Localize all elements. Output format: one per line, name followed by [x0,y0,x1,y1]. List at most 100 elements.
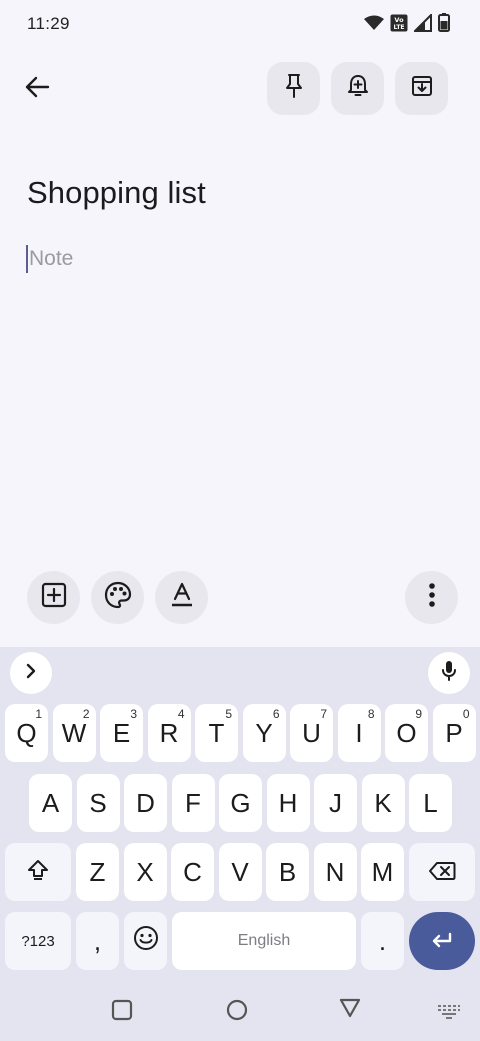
status-bar: 11:29 Vo LTE [0,0,480,48]
pin-button[interactable] [267,62,320,115]
svg-text:Vo: Vo [394,16,404,24]
key-a[interactable]: A [29,774,72,832]
key-u[interactable]: U7 [290,704,333,762]
microphone-icon [441,660,457,687]
voice-input-button[interactable] [428,652,470,694]
note-body-placeholder: Note [29,247,74,270]
key-r[interactable]: R4 [147,704,191,762]
key-label: U [302,717,321,748]
wifi-icon [364,15,384,31]
key-e[interactable]: E3 [100,704,143,762]
note-body-field[interactable]: Note [26,244,73,274]
key-label: T [208,717,225,748]
shift-key[interactable] [5,843,71,901]
key-o[interactable]: O9 [385,704,428,762]
emoji-icon [133,925,159,958]
key-k[interactable]: K [361,774,405,832]
status-icons: Vo LTE [364,13,450,32]
key-number-hint: 0 [462,707,470,721]
key-z[interactable]: Z [76,843,119,901]
battery-icon [438,13,450,32]
key-d[interactable]: D [124,774,167,832]
more-options-button[interactable] [405,571,458,624]
recents-square-icon [111,999,133,1026]
status-time: 11:29 [27,14,70,33]
back-triangle-icon [338,997,362,1024]
home-circle-icon [226,999,248,1026]
key-x[interactable]: X [123,843,167,901]
keyboard-toolbar [0,647,480,699]
key-number-hint: 2 [82,707,90,721]
text-format-icon [170,582,194,613]
cell-signal-icon [414,13,432,32]
key-label: W [61,717,87,748]
volte-icon: Vo LTE [390,14,408,32]
svg-text:LTE: LTE [393,24,404,31]
key-number-hint: 5 [225,707,232,721]
key-j[interactable]: J [314,774,357,832]
key-c[interactable]: C [171,843,214,901]
key-g[interactable]: G [219,774,262,832]
archive-button[interactable] [395,62,448,115]
key-b[interactable]: B [266,843,309,901]
key-l[interactable]: L [409,774,452,832]
shift-icon [27,857,49,888]
comma-key[interactable]: , [76,912,119,970]
pin-icon [283,73,305,104]
editor-toolbar [0,571,480,625]
back-arrow-icon [24,75,50,104]
key-w[interactable]: W2 [52,704,96,762]
reminder-bell-icon [346,73,370,104]
keyboard-switch-icon [437,1004,461,1025]
key-v[interactable]: V [218,843,262,901]
key-label: I [355,717,363,748]
system-nav-bar [0,980,480,1041]
back-nav-button[interactable] [338,998,362,1022]
key-n[interactable]: N [313,843,357,901]
key-h[interactable]: H [266,774,310,832]
emoji-key[interactable] [124,912,167,970]
symbols-key[interactable]: ?123 [5,912,71,970]
key-i[interactable]: I8 [337,704,381,762]
key-f[interactable]: F [171,774,215,832]
key-number-hint: 1 [35,707,42,721]
enter-key[interactable] [409,912,475,970]
period-key[interactable]: . [361,912,404,970]
key-s[interactable]: S [76,774,120,832]
text-cursor [26,245,28,273]
key-y[interactable]: Y6 [242,704,286,762]
key-p[interactable]: P0 [432,704,476,762]
on-screen-keyboard: Q1W2E3R4T5Y6U7I8O9P0 ASDFGHJKL ZXCVBNM ?… [0,647,480,980]
backspace-key[interactable] [409,843,475,901]
key-label: Q [16,717,37,748]
key-number-hint: 7 [320,707,327,721]
key-label: E [112,717,131,748]
key-label: P [445,717,463,748]
key-label: Y [255,717,273,748]
keyboard-switch-button[interactable] [436,1002,462,1026]
archive-icon [410,74,434,103]
keyboard-expand-button[interactable] [10,652,52,694]
key-number-hint: 9 [415,707,422,721]
add-content-button[interactable] [27,571,80,624]
key-q[interactable]: Q1 [5,704,48,762]
key-m[interactable]: M [361,843,404,901]
key-number-hint: 3 [130,707,137,721]
home-button[interactable] [225,999,249,1026]
key-label: R [159,717,179,748]
key-t[interactable]: T5 [195,704,238,762]
key-number-hint: 4 [177,707,185,721]
key-label: O [396,717,417,748]
space-key[interactable]: English [172,912,356,970]
background-color-button[interactable] [91,571,144,624]
text-format-button[interactable] [155,571,208,624]
key-number-hint: 8 [367,707,375,721]
back-button[interactable] [14,66,60,112]
recents-button[interactable] [110,999,134,1026]
enter-icon [430,926,454,957]
note-title[interactable]: Shopping list [27,175,206,211]
backspace-icon [428,857,456,888]
reminder-button[interactable] [331,62,384,115]
expand-arrow-icon [24,662,38,685]
add-box-icon [41,582,67,613]
